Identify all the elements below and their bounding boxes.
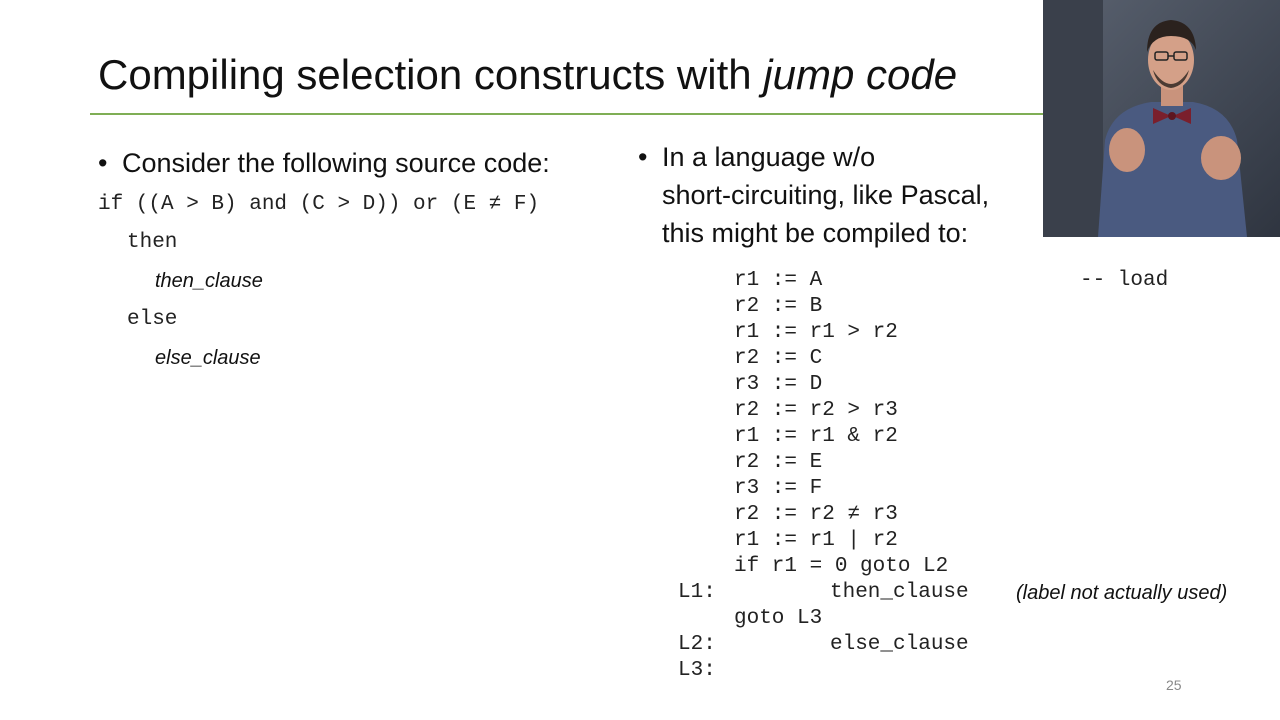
compiled-code-line: r2 := B <box>734 295 823 318</box>
compiled-code-line: r2 := r2 > r3 <box>734 399 898 422</box>
source-code-line: if ((A > B) and (C > D)) or (E ≠ F) <box>98 193 540 216</box>
slide-title: Compiling selection constructs with jump… <box>98 50 957 100</box>
compiled-code-line: r1 := r1 > r2 <box>734 321 898 344</box>
compiled-code-line: r2 := r2 ≠ r3 <box>734 503 898 526</box>
speaker-video <box>1043 0 1280 237</box>
right-bullet-line-2: short-circuiting, like Pascal, <box>662 180 990 210</box>
page-number: 25 <box>1166 677 1182 693</box>
compiled-code-line: r3 := D <box>734 373 823 396</box>
compiled-code-line: r1 := r1 | r2 <box>734 529 898 552</box>
bullet-dot: • <box>98 148 108 178</box>
compiled-code-line: r3 := F <box>734 477 823 500</box>
goto-l3-line: goto L3 <box>734 607 823 630</box>
label-l3: L3: <box>678 659 716 682</box>
label-l2: L2: <box>678 633 716 656</box>
right-bullet-line-3: this might be compiled to: <box>662 218 969 248</box>
source-then-clause: then_clause <box>155 270 263 292</box>
source-code-else: else <box>127 308 178 331</box>
bullet-dot: • <box>638 142 648 172</box>
left-bullet-text: Consider the following source code: <box>122 148 550 178</box>
code-comment: -- load <box>1080 269 1169 292</box>
compiled-code-line: r1 := A <box>734 269 823 292</box>
label-l1: L1: <box>678 581 716 604</box>
compiled-code-line: r2 := E <box>734 451 823 474</box>
l1-statement: then_clause <box>830 581 969 604</box>
right-bullet-line-1: In a language w/o <box>662 142 876 172</box>
compiled-code-line: r1 := r1 & r2 <box>734 425 898 448</box>
speaker-video-image <box>1043 0 1280 237</box>
title-divider <box>90 113 1050 115</box>
source-code-then: then <box>127 231 178 254</box>
right-bullet: • In a language w/o <box>638 138 875 176</box>
l2-statement: else_clause <box>830 633 969 656</box>
compiled-code-line: if r1 = 0 goto L2 <box>734 555 949 578</box>
slide-title-italic: jump code <box>763 51 958 98</box>
slide-title-main: Compiling selection constructs with <box>98 51 764 98</box>
l1-annotation: (label not actually used) <box>1016 582 1228 604</box>
left-bullet: • Consider the following source code: <box>98 144 550 182</box>
compiled-code-line: r2 := C <box>734 347 823 370</box>
source-else-clause: else_clause <box>155 347 261 369</box>
